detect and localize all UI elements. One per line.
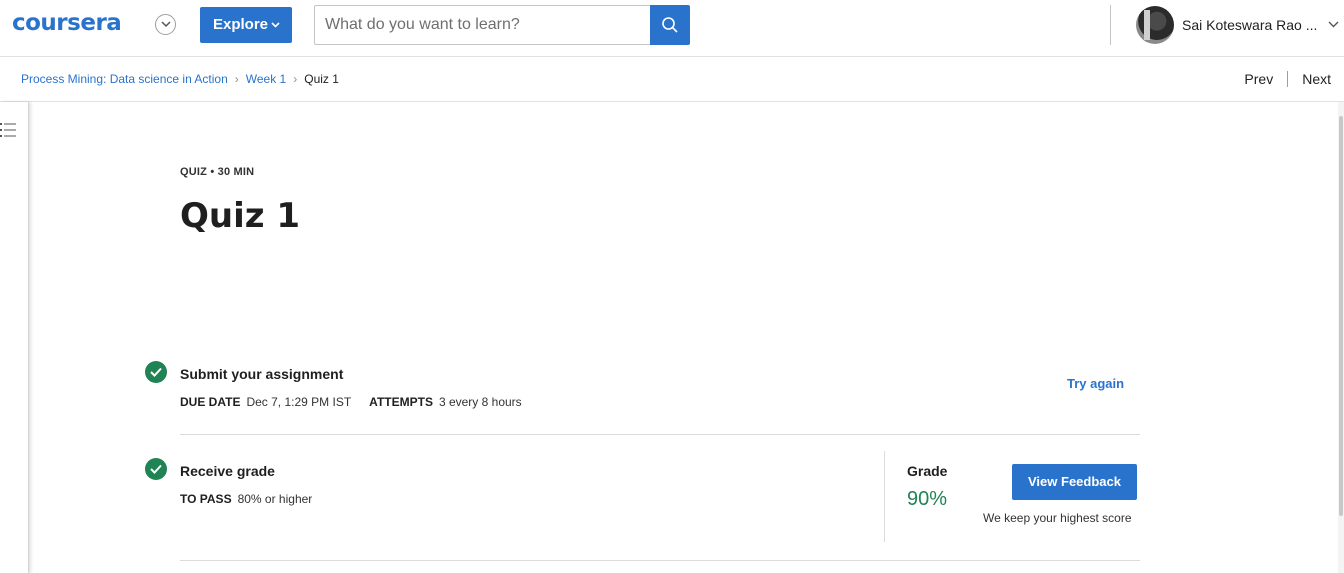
breadcrumb-current: Quiz 1 [304, 72, 339, 86]
explore-label: Explore [213, 16, 269, 33]
breadcrumb-bar: Process Mining: Data science in Action ›… [0, 58, 1344, 102]
coursera-logo[interactable]: coursera [12, 10, 122, 36]
prev-next-nav: Prev Next [1244, 71, 1331, 87]
grade-divider [884, 451, 885, 542]
chevron-right-icon: › [234, 72, 239, 86]
view-feedback-button[interactable]: View Feedback [1012, 464, 1137, 500]
section-divider [180, 560, 1140, 561]
search-icon [662, 17, 678, 33]
breadcrumb-course[interactable]: Process Mining: Data science in Action [21, 72, 228, 86]
user-name[interactable]: Sai Koteswara Rao ... [1182, 17, 1317, 33]
chevron-down-icon[interactable] [1328, 21, 1339, 28]
explore-button[interactable]: Explore [200, 7, 292, 43]
chevron-down-icon[interactable] [155, 14, 176, 35]
quiz-eyebrow: QUIZ • 30 MIN [180, 166, 255, 178]
check-circle-icon [145, 458, 167, 480]
grade-meta: TO PASS 80% or higher [180, 492, 312, 506]
grade-label: Grade [907, 463, 948, 479]
scrollbar-thumb[interactable] [1339, 116, 1343, 516]
course-outline-rail [0, 102, 29, 573]
page-scrollbar[interactable] [1338, 102, 1344, 573]
attempts-value: 3 every 8 hours [438, 395, 522, 409]
highest-score-note: We keep your highest score [983, 511, 1132, 525]
to-pass-label: TO PASS [180, 492, 232, 506]
check-circle-icon [145, 361, 167, 383]
page-title: Quiz 1 [180, 196, 301, 236]
attempts-label: ATTEMPTS [369, 395, 433, 409]
top-navigation: coursera Explore Sai Koteswara Rao ... [0, 0, 1344, 57]
to-pass-value: 80% or higher [237, 492, 313, 506]
search-button[interactable] [650, 5, 690, 45]
chevron-right-icon: › [293, 72, 298, 86]
menu-list-icon[interactable] [0, 121, 18, 139]
header-divider [1110, 5, 1111, 45]
due-date-value: Dec 7, 1:29 PM IST [246, 395, 352, 409]
breadcrumb: Process Mining: Data science in Action ›… [21, 72, 339, 86]
grade-value: 90% [907, 488, 948, 510]
receive-grade-title: Receive grade [180, 463, 275, 479]
due-date-label: DUE DATE [180, 395, 241, 409]
section-divider [180, 434, 1140, 435]
next-button[interactable]: Next [1302, 71, 1331, 87]
prev-button[interactable]: Prev [1244, 71, 1273, 87]
breadcrumb-week[interactable]: Week 1 [246, 72, 286, 86]
search-input[interactable] [314, 5, 651, 45]
try-again-button[interactable]: Try again [1067, 376, 1124, 391]
chevron-down-icon [271, 22, 280, 28]
avatar[interactable] [1136, 6, 1174, 44]
submit-assignment-title: Submit your assignment [180, 366, 344, 382]
nav-divider [1287, 71, 1289, 87]
submit-meta: DUE DATE Dec 7, 1:29 PM IST ATTEMPTS 3 ever… [180, 395, 522, 409]
